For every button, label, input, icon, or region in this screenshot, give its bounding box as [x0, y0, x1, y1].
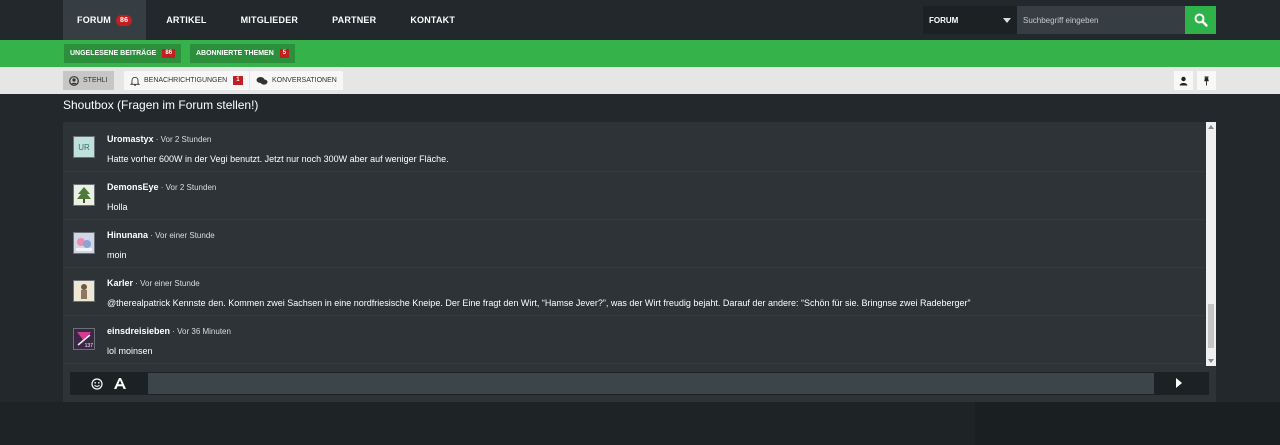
conversations-button[interactable]: Konversationen: [250, 71, 343, 90]
message-text: Holla: [107, 202, 128, 212]
shoutbox-title: Shoutbox (Fragen im Forum stellen!): [63, 98, 259, 112]
message-user[interactable]: Hinunana: [107, 230, 148, 240]
shoutbox-message: UR Uromastyx · Vor 2 Stunden Hatte vorhe…: [63, 124, 1204, 172]
profile-button[interactable]: [1174, 71, 1193, 90]
subscribed-topics-label: Abonnierte Themen: [196, 50, 274, 57]
shoutbox-scrollbar[interactable]: [1206, 122, 1216, 366]
user-circle-icon: [69, 75, 79, 86]
figure-avatar-icon: [81, 284, 87, 299]
message-user[interactable]: DemonsEye: [107, 182, 159, 192]
shoutbox-input[interactable]: [148, 373, 1154, 394]
scroll-up-arrow-icon[interactable]: [1208, 125, 1214, 129]
message-header: Karler · Vor einer Stunde: [107, 278, 200, 288]
nav-item-kontakt[interactable]: Kontakt: [396, 0, 469, 40]
unread-posts-label: Ungelesene Beiträge: [70, 50, 157, 57]
unread-posts-count: 86: [162, 49, 176, 58]
shoutbox-composer: [70, 372, 1209, 395]
avatar[interactable]: [73, 280, 95, 302]
user-name: Stehli: [83, 77, 108, 84]
message-user[interactable]: Uromastyx: [107, 134, 154, 144]
avatar[interactable]: 137: [73, 328, 95, 350]
message-header: einsdreisieben · Vor 36 Minuten: [107, 326, 231, 336]
avatar[interactable]: [73, 232, 95, 254]
search-scope-select[interactable]: Forum: [923, 6, 1017, 34]
top-navigation: Forum 86 Artikel Mitglieder Partner Kont…: [0, 0, 1280, 40]
user-menu-button[interactable]: Stehli: [63, 71, 114, 90]
person-icon: [1179, 76, 1188, 85]
notifications-label: Benachrichtigungen: [144, 77, 228, 84]
message-text: lol moinsen: [107, 346, 153, 356]
message-text: @therealpatrick Kennste den. Kommen zwei…: [107, 298, 971, 308]
tree-avatar-icon: [77, 187, 91, 203]
message-header: DemonsEye · Vor 2 Stunden: [107, 182, 216, 192]
shoutbox-message: Hinunana · Vor einer Stunde moin: [63, 220, 1204, 268]
text-format-button[interactable]: [112, 372, 128, 395]
message-text: Hatte vorher 600W in der Vegi benutzt. J…: [107, 154, 449, 164]
message-time: Vor einer Stunde: [155, 231, 215, 240]
nav-item-mitglieder[interactable]: Mitglieder: [227, 0, 313, 40]
footer-right-panel: [975, 402, 1280, 445]
search-bar: Forum: [923, 6, 1216, 34]
shoutbox-messages: UR Uromastyx · Vor 2 Stunden Hatte vorhe…: [63, 122, 1204, 366]
nav-item-label: Mitglieder: [240, 15, 299, 25]
pin-icon: [1204, 76, 1209, 85]
shoutbox-message: 137 einsdreisieben · Vor 36 Minuten lol …: [63, 316, 1204, 364]
message-user[interactable]: einsdreisieben: [107, 326, 170, 336]
avatar[interactable]: [73, 184, 95, 206]
sub-navigation: Ungelesene Beiträge 86 Abonnierte Themen…: [0, 40, 1280, 67]
nav-item-partner[interactable]: Partner: [318, 0, 390, 40]
main-nav: Forum 86 Artikel Mitglieder Partner Kont…: [63, 0, 469, 40]
shoutbox-panel: UR Uromastyx · Vor 2 Stunden Hatte vorhe…: [63, 122, 1216, 402]
subscribed-topics-button[interactable]: Abonnierte Themen 5: [190, 44, 296, 63]
avatar-initials: UR: [78, 142, 90, 152]
message-time: Vor 36 Minuten: [177, 327, 231, 336]
pin-button[interactable]: [1197, 71, 1216, 90]
nav-item-label: Kontakt: [410, 15, 456, 25]
message-header: Hinunana · Vor einer Stunde: [107, 230, 215, 240]
message-time: Vor 2 Stunden: [165, 183, 217, 192]
message-time: Vor einer Stunde: [140, 279, 200, 288]
conversations-label: Konversationen: [272, 77, 337, 84]
message-user[interactable]: Karler: [107, 278, 133, 288]
subscribed-topics-count: 5: [279, 49, 290, 58]
nav-item-artikel[interactable]: Artikel: [152, 0, 220, 40]
chat-bubbles-icon: [256, 76, 268, 86]
nav-item-forum[interactable]: Forum 86: [63, 0, 147, 40]
emoji-button[interactable]: [90, 372, 104, 395]
notifications-count: 1: [233, 76, 243, 85]
footer-area: [0, 402, 1280, 445]
bell-icon: [130, 76, 140, 86]
search-button[interactable]: [1185, 6, 1216, 34]
cartoon-avatar-icon: [76, 238, 92, 251]
message-separator: ·: [153, 135, 161, 144]
unread-posts-button[interactable]: Ungelesene Beiträge 86: [64, 44, 182, 63]
notifications-button[interactable]: Benachrichtigungen 1: [124, 71, 249, 90]
nav-item-label: Partner: [332, 15, 377, 25]
chevron-down-icon: [1003, 17, 1011, 23]
message-header: Uromastyx · Vor 2 Stunden: [107, 134, 211, 144]
scroll-down-arrow-icon[interactable]: [1208, 359, 1214, 363]
send-arrow-icon[interactable]: [1176, 378, 1182, 388]
scrollbar-thumb[interactable]: [1208, 304, 1214, 348]
search-scope-value: Forum: [929, 15, 959, 25]
message-separator: ·: [158, 183, 166, 192]
search-icon: [1194, 13, 1208, 27]
message-text: moin: [107, 250, 127, 260]
font-icon: [114, 378, 126, 389]
nav-item-label: Artikel: [166, 15, 207, 25]
message-time: Vor 2 Stunden: [160, 135, 212, 144]
shoutbox-message: DemonsEye · Vor 2 Stunden Holla: [63, 172, 1204, 220]
avatar[interactable]: UR: [73, 136, 95, 158]
user-bar: Stehli Benachrichtigungen 1 Konversation…: [0, 67, 1280, 94]
shoutbox-message: Karler · Vor einer Stunde @therealpatric…: [63, 268, 1204, 316]
smiley-icon: [91, 377, 103, 390]
avatar-caption: 137: [84, 343, 93, 349]
forum-badge: 86: [116, 14, 133, 26]
nav-item-label: Forum: [77, 15, 111, 25]
search-input[interactable]: [1017, 6, 1185, 34]
